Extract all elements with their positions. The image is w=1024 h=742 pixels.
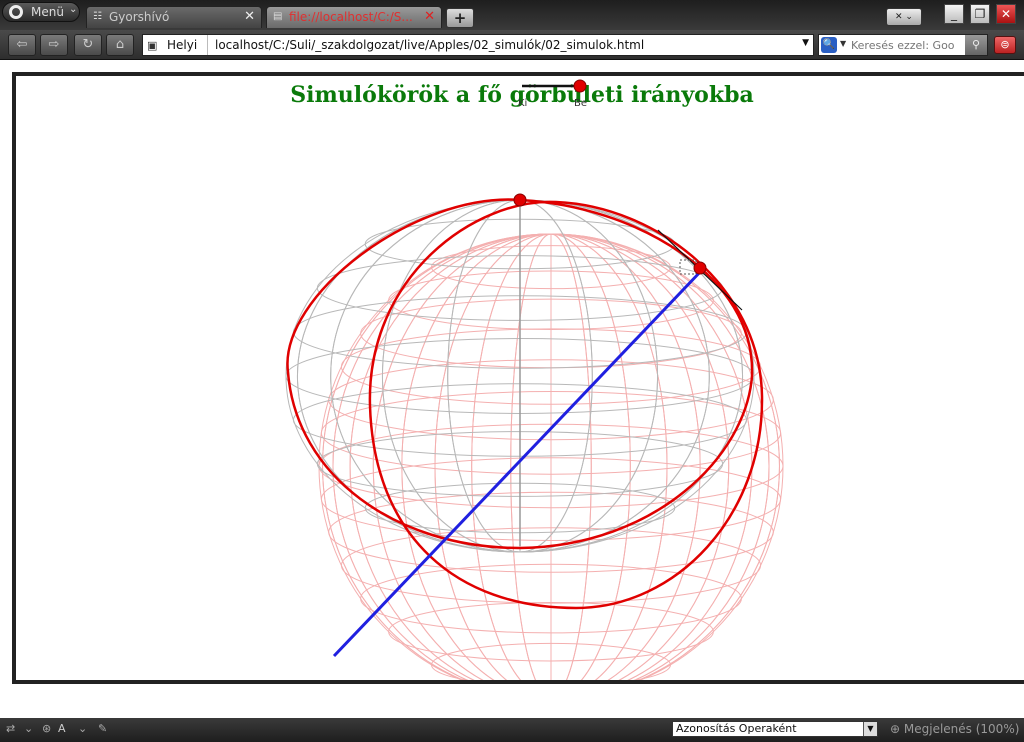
site-label: Helyi	[167, 38, 198, 52]
sphere-scene[interactable]: Ki Be	[16, 76, 1024, 680]
search-go-icon[interactable]: ⚲	[965, 35, 987, 55]
notes-icon[interactable]: ✎	[98, 722, 107, 735]
closed-tabs-button[interactable]: ✕ ⌄	[886, 8, 922, 26]
chevron-down-icon: ⌄	[69, 4, 78, 15]
slider-handle[interactable]	[573, 79, 587, 93]
reload-button[interactable]: ↻	[74, 34, 102, 56]
geogebra-applet[interactable]: Simulókörök a fő görbületi irányokba Ki …	[12, 72, 1024, 684]
local-computer-icon: ▣	[147, 39, 158, 52]
search-input[interactable]	[851, 37, 963, 53]
tab-speed-dial[interactable]: ☷ Gyorshívó ✕	[86, 6, 262, 28]
back-button[interactable]: ⇦	[8, 34, 36, 56]
search-field[interactable]: 🔍 ▼ ⚲	[818, 34, 988, 56]
arrow-left-icon: ⇦	[16, 37, 28, 52]
tab-label: file://localhost/C:/S...	[289, 10, 413, 24]
zoom-icon: ⊕	[890, 722, 901, 736]
address-toolbar: ⇦ ⇨ ↻ ⌂ ▣ Helyi localhost/C:/Suli/_szakd…	[0, 30, 1024, 60]
identity-label: Azonosítás Operaként	[676, 722, 797, 735]
address-divider	[207, 35, 208, 55]
close-icon[interactable]: ✕	[244, 9, 255, 24]
status-bar: ⇄ ⌄ ⊛ A ⌄ ✎ Azonosítás Operaként ▼ ⊕ Meg…	[0, 718, 1024, 742]
menu-button[interactable]: Menü ⌄	[2, 2, 80, 22]
turbo-icon[interactable]: ⊛	[42, 722, 51, 735]
chevron-down-icon[interactable]: ⌄	[78, 722, 87, 735]
point-top[interactable]	[513, 193, 527, 207]
minimize-button[interactable]: _	[944, 4, 964, 24]
home-button[interactable]: ⌂	[106, 34, 134, 56]
tab-label: Gyorshívó	[109, 10, 170, 24]
sphere-mesh	[318, 233, 784, 680]
speed-dial-icon: ☷	[93, 11, 102, 22]
forward-button[interactable]: ⇨	[40, 34, 68, 56]
menu-label: Menü	[31, 5, 64, 19]
stop-button[interactable]: ⊜	[994, 36, 1016, 54]
page-content: Simulókörök a fő görbületi irányokba Ki …	[0, 60, 1024, 718]
close-icon[interactable]: ✕	[424, 9, 435, 24]
point-surface[interactable]	[693, 261, 707, 275]
window-close-button[interactable]: ✕	[996, 4, 1016, 24]
chevron-down-icon[interactable]: ▼	[802, 38, 809, 48]
search-engine-icon[interactable]: 🔍	[821, 37, 837, 53]
tab-active-page[interactable]: ▤ file://localhost/C:/S... ✕	[266, 6, 442, 28]
sync-icon[interactable]: ⇄	[6, 722, 15, 735]
chevron-down-icon[interactable]: ⌄	[24, 722, 33, 735]
opera-logo-icon	[9, 5, 23, 19]
zoom-label[interactable]: ⊕ Megjelenés (100%)	[890, 722, 1019, 736]
arrow-right-icon: ⇨	[48, 37, 60, 52]
stop-icon: ⊜	[1000, 38, 1010, 51]
tab-mode-label[interactable]: A	[58, 722, 66, 735]
slider-label-ki: Ki	[518, 98, 527, 109]
slider-ki-be[interactable]: Ki Be	[518, 79, 587, 109]
address-field[interactable]: ▣ Helyi localhost/C:/Suli/_szakdolgozat/…	[142, 34, 814, 56]
maximize-button[interactable]: ❐	[970, 4, 990, 24]
slider-label-be: Be	[574, 98, 587, 109]
tab-bar: Menü ⌄ ☷ Gyorshívó ✕ ▤ file://localhost/…	[0, 0, 1024, 30]
zoom-text: Megjelenés (100%)	[903, 722, 1020, 736]
home-icon: ⌂	[115, 37, 125, 52]
page-icon: ▤	[273, 11, 283, 22]
identity-select[interactable]: Azonosítás Operaként ▼	[672, 721, 878, 737]
url-text[interactable]: localhost/C:/Suli/_szakdolgozat/live/App…	[215, 38, 644, 52]
chevron-down-icon[interactable]: ▼	[863, 722, 877, 736]
reload-icon: ↻	[82, 37, 94, 52]
new-tab-button[interactable]: +	[446, 8, 474, 28]
chevron-down-icon[interactable]: ▼	[840, 39, 846, 48]
